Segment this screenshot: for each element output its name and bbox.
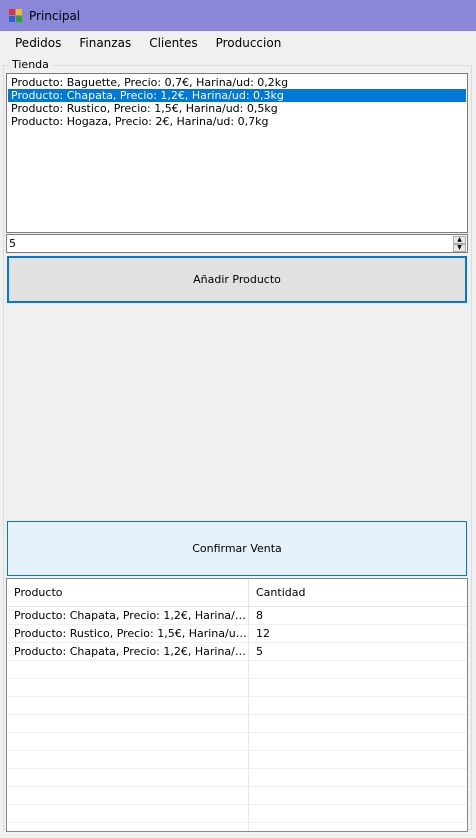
- cell-producto: Producto: Chapata, Precio: 1,2€, Harina/…: [7, 607, 249, 624]
- table-row[interactable]: Producto: Chapata, Precio: 1,2€, Harina/…: [7, 607, 467, 625]
- quantity-value[interactable]: 5: [9, 237, 16, 250]
- title-bar: Principal: [0, 0, 476, 31]
- spin-down-icon[interactable]: ▼: [453, 244, 466, 252]
- empty-grid-row: [7, 715, 467, 733]
- empty-grid-row: [7, 823, 467, 831]
- empty-grid-row: [7, 787, 467, 805]
- table-row[interactable]: Producto: Rustico, Precio: 1,5€, Harina/…: [7, 625, 467, 643]
- product-list-item[interactable]: Producto: Baguette, Precio: 0,7€, Harina…: [8, 76, 466, 89]
- cell-cantidad: 8: [256, 609, 263, 622]
- cell-producto: Producto: Chapata, Precio: 1,2€, Harina/…: [7, 643, 249, 660]
- sales-grid[interactable]: Producto Cantidad Producto: Chapata, Pre…: [6, 578, 468, 832]
- spin-up-icon[interactable]: ▲: [453, 236, 466, 244]
- empty-rows: [7, 661, 467, 831]
- column-header-cantidad[interactable]: Cantidad: [249, 579, 467, 606]
- app-icon: [9, 8, 23, 23]
- product-list-item[interactable]: Producto: Rustico, Precio: 1,5€, Harina/…: [8, 102, 466, 115]
- product-listbox[interactable]: Producto: Baguette, Precio: 0,7€, Harina…: [6, 73, 468, 233]
- column-header-producto[interactable]: Producto: [7, 579, 249, 606]
- menu-bar: Pedidos Finanzas Clientes Produccion: [0, 31, 476, 55]
- product-list-item-selected[interactable]: Producto: Chapata, Precio: 1,2€, Harina/…: [8, 89, 466, 102]
- empty-grid-row: [7, 733, 467, 751]
- tienda-group-label: Tienda: [9, 58, 52, 71]
- empty-grid-row: [7, 697, 467, 715]
- spin-buttons: ▲ ▼: [453, 236, 466, 252]
- confirm-sale-button[interactable]: Confirmar Venta: [7, 521, 467, 576]
- quantity-stepper[interactable]: 5 ▲ ▼: [6, 234, 468, 253]
- window-title: Principal: [29, 8, 81, 23]
- empty-grid-row: [7, 661, 467, 679]
- add-product-button[interactable]: Añadir Producto: [7, 256, 467, 303]
- grid-header: Producto Cantidad: [7, 579, 467, 607]
- product-list-item[interactable]: Producto: Hogaza, Precio: 2€, Harina/ud:…: [8, 115, 466, 128]
- empty-grid-row: [7, 769, 467, 787]
- empty-grid-row: [7, 751, 467, 769]
- menu-finanzas[interactable]: Finanzas: [70, 36, 140, 50]
- empty-grid-row: [7, 805, 467, 823]
- cell-cantidad: 5: [256, 645, 263, 658]
- cell-producto: Producto: Rustico, Precio: 1,5€, Harina/…: [7, 625, 249, 642]
- menu-produccion[interactable]: Produccion: [207, 36, 291, 50]
- empty-grid-row: [7, 679, 467, 697]
- menu-pedidos[interactable]: Pedidos: [6, 36, 70, 50]
- menu-clientes[interactable]: Clientes: [140, 36, 206, 50]
- table-row[interactable]: Producto: Chapata, Precio: 1,2€, Harina/…: [7, 643, 467, 661]
- cell-cantidad: 12: [256, 627, 270, 640]
